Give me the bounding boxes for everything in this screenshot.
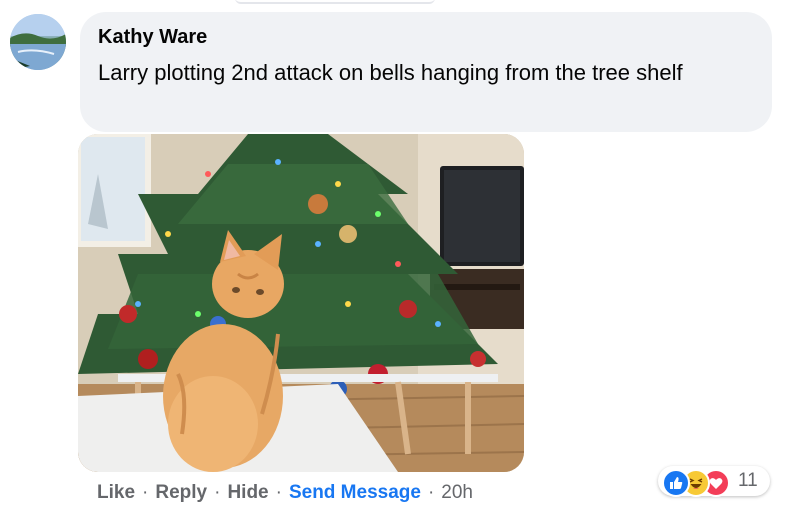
comment-author[interactable]: Kathy Ware <box>98 26 207 49</box>
separator-dot: · <box>427 482 435 503</box>
send-message-button[interactable]: Send Message <box>289 482 421 504</box>
reactions-summary[interactable]: 11 <box>658 466 770 497</box>
reaction-count: 11 <box>738 470 758 491</box>
like-icon <box>662 469 690 497</box>
separator-dot: · <box>275 482 282 503</box>
author-avatar[interactable] <box>10 14 66 70</box>
like-button[interactable]: Like <box>97 482 135 504</box>
reply-button[interactable]: Reply <box>155 482 207 504</box>
avatar-photo-icon <box>10 14 66 70</box>
comment-bubble: Kathy Ware Larry plotting 2nd attack on … <box>80 12 772 132</box>
separator-dot: · <box>214 482 221 503</box>
comment-actions: Like · Reply · Hide · Send Message · 20h <box>97 482 473 508</box>
hide-button[interactable]: Hide <box>227 482 268 504</box>
comment-photo[interactable] <box>78 134 524 472</box>
comment-timestamp[interactable]: 20h <box>441 482 473 504</box>
previous-comment-edge <box>235 0 435 4</box>
comment-text: Larry plotting 2nd attack on bells hangi… <box>98 60 683 85</box>
separator-dot: · <box>142 482 149 503</box>
photo-cat-christmas-tree-icon <box>78 134 524 472</box>
